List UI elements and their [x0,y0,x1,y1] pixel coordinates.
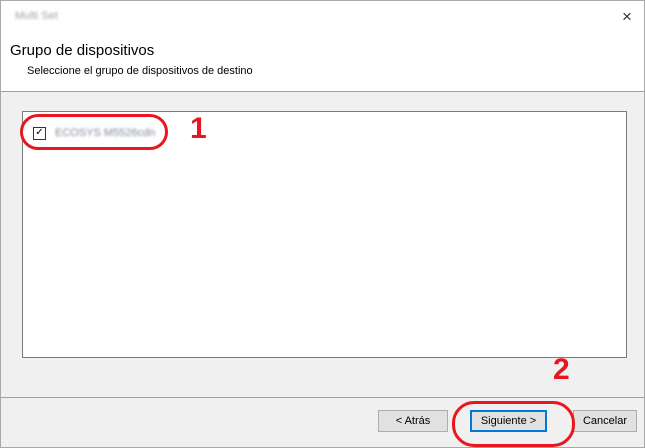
page-subtitle: Seleccione el grupo de dispositivos de d… [27,65,253,77]
close-icon[interactable]: × [610,1,644,33]
callout-number-1: 1 [190,112,207,145]
callout-number-2: 2 [553,353,570,386]
title-bar: Multi Set × [1,1,644,33]
callout-ring-2 [452,401,575,447]
callout-ring-1 [20,114,168,150]
wizard-window: Multi Set × Grupo de dispositivos Selecc… [0,0,645,448]
window-title: Multi Set [15,10,58,22]
wizard-header: Grupo de dispositivos Seleccione el grup… [1,33,644,91]
page-title: Grupo de dispositivos [10,42,155,59]
back-button[interactable]: < Atrás [378,410,448,432]
cancel-button[interactable]: Cancelar [573,410,637,432]
